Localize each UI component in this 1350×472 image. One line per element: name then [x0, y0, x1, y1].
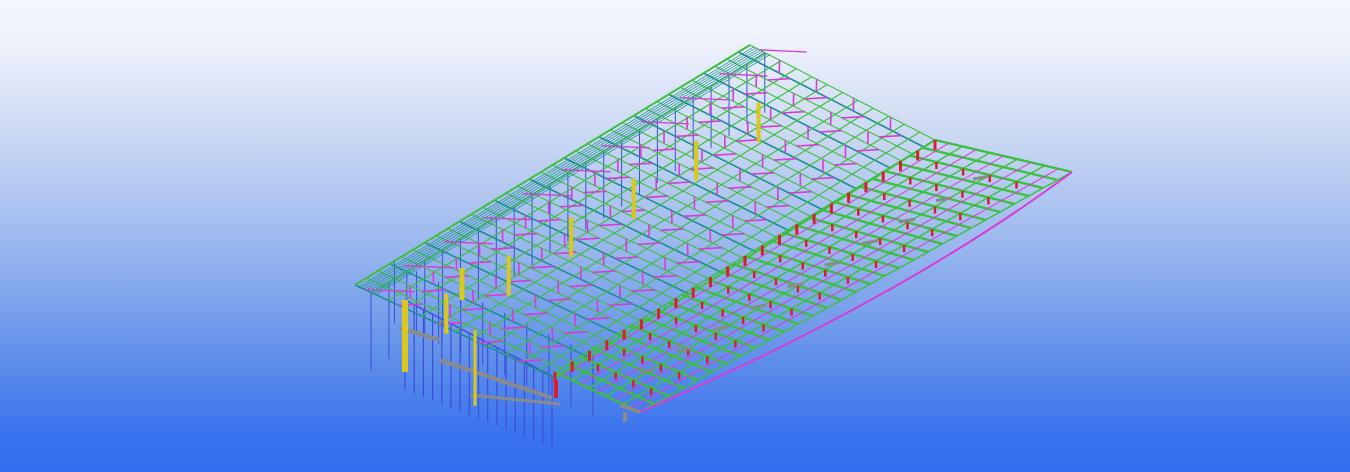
truss-diagonal	[576, 237, 600, 241]
truss-diagonal	[619, 285, 622, 299]
truss-diagonal	[608, 303, 633, 306]
canopy-purlin	[588, 152, 991, 389]
truss-diagonal	[631, 289, 655, 292]
truss-diagonal	[583, 190, 607, 194]
truss-diagonal	[654, 274, 678, 278]
truss-diagonal	[644, 195, 668, 199]
support-beam	[750, 303, 767, 310]
truss-diagonal	[468, 260, 492, 264]
roof-purlin	[421, 76, 813, 317]
truss-diagonal	[721, 232, 745, 236]
truss-diagonal	[507, 279, 531, 283]
truss-diagonal	[530, 265, 554, 269]
truss-diagonal	[599, 223, 623, 227]
truss-diagonal	[744, 91, 768, 95]
truss-diagonal	[569, 284, 593, 288]
truss-diagonal	[560, 204, 584, 208]
steel-structure-model	[354, 44, 1073, 447]
truss-diagonal	[811, 176, 835, 180]
roof-purlin	[368, 51, 763, 292]
truss-diagonal	[547, 298, 571, 302]
truss-diagonal	[705, 200, 729, 203]
truss-diagonal	[751, 172, 774, 175]
truss-diagonal	[524, 312, 548, 316]
truss-diagonal	[511, 308, 514, 322]
truss-diagonal	[759, 49, 807, 53]
truss-diagonal	[879, 134, 902, 138]
truss-diagonal	[445, 275, 469, 279]
truss-diagonal	[728, 186, 752, 189]
truss-diagonal	[698, 120, 722, 124]
support-beam	[824, 260, 841, 267]
truss-diagonal	[766, 204, 790, 208]
truss-diagonal	[592, 270, 616, 274]
truss-diagonal	[615, 256, 639, 260]
3d-model-viewport[interactable]	[0, 0, 1350, 472]
support-beam	[675, 346, 693, 353]
truss-diagonal	[528, 341, 532, 355]
roof-purlin	[354, 44, 751, 286]
grey-floor-beam	[439, 358, 553, 400]
truss-diagonal	[652, 148, 676, 152]
truss-diagonal	[537, 218, 561, 222]
truss-diagonal	[796, 143, 820, 147]
truss-diagonal	[713, 153, 737, 156]
truss-diagonal	[472, 290, 475, 304]
truss-diagonal	[667, 181, 691, 185]
truss-diagonal	[541, 345, 565, 348]
truss-diagonal	[759, 125, 782, 128]
truss-diagonal	[676, 260, 700, 264]
truss-diagonal	[683, 214, 707, 218]
canopy-purlin	[605, 158, 1018, 397]
roof-purlin	[370, 52, 765, 293]
truss-diagonal	[514, 232, 538, 236]
glazing-wall	[399, 299, 561, 447]
roof-purlin	[487, 107, 874, 348]
support-beam	[712, 325, 730, 331]
truss-diagonal	[484, 293, 509, 297]
roof-purlin	[521, 123, 905, 364]
truss-diagonal	[819, 129, 842, 133]
truss-diagonal	[789, 190, 812, 194]
truss-diagonal	[563, 331, 588, 334]
truss-diagonal	[744, 218, 767, 222]
truss-diagonal	[721, 106, 745, 109]
truss-diagonal	[449, 304, 452, 318]
truss-diagonal	[421, 289, 446, 293]
truss-diagonal	[573, 313, 577, 327]
truss-diagonal	[767, 77, 791, 81]
truss-diagonal	[534, 294, 537, 308]
truss-diagonal	[596, 299, 599, 313]
truss-diagonal	[736, 139, 760, 142]
truss-diagonal	[586, 317, 610, 320]
truss-diagonal	[834, 162, 857, 166]
truss-diagonal	[637, 242, 661, 246]
truss-diagonal	[491, 246, 515, 250]
truss-diagonal	[551, 327, 554, 341]
roof-purlin	[371, 52, 766, 294]
roof-purlin	[387, 60, 782, 302]
truss-diagonal	[781, 110, 805, 114]
truss-diagonal	[461, 307, 486, 311]
truss-diagonal	[856, 148, 880, 152]
support-beam	[861, 239, 879, 246]
truss-diagonal	[804, 96, 828, 100]
truss-diagonal	[606, 176, 630, 180]
support-beam	[972, 174, 990, 181]
roof-purlin	[373, 53, 768, 294]
canopy-purlin	[614, 161, 1032, 401]
truss-diagonal	[675, 134, 699, 138]
truss-diagonal	[690, 167, 714, 171]
truss-diagonal	[488, 322, 492, 336]
truss-diagonal	[660, 228, 684, 232]
truss-diagonal	[841, 115, 865, 119]
truss-diagonal	[699, 246, 722, 250]
truss-diagonal	[629, 162, 653, 166]
truss-diagonal	[773, 157, 797, 161]
